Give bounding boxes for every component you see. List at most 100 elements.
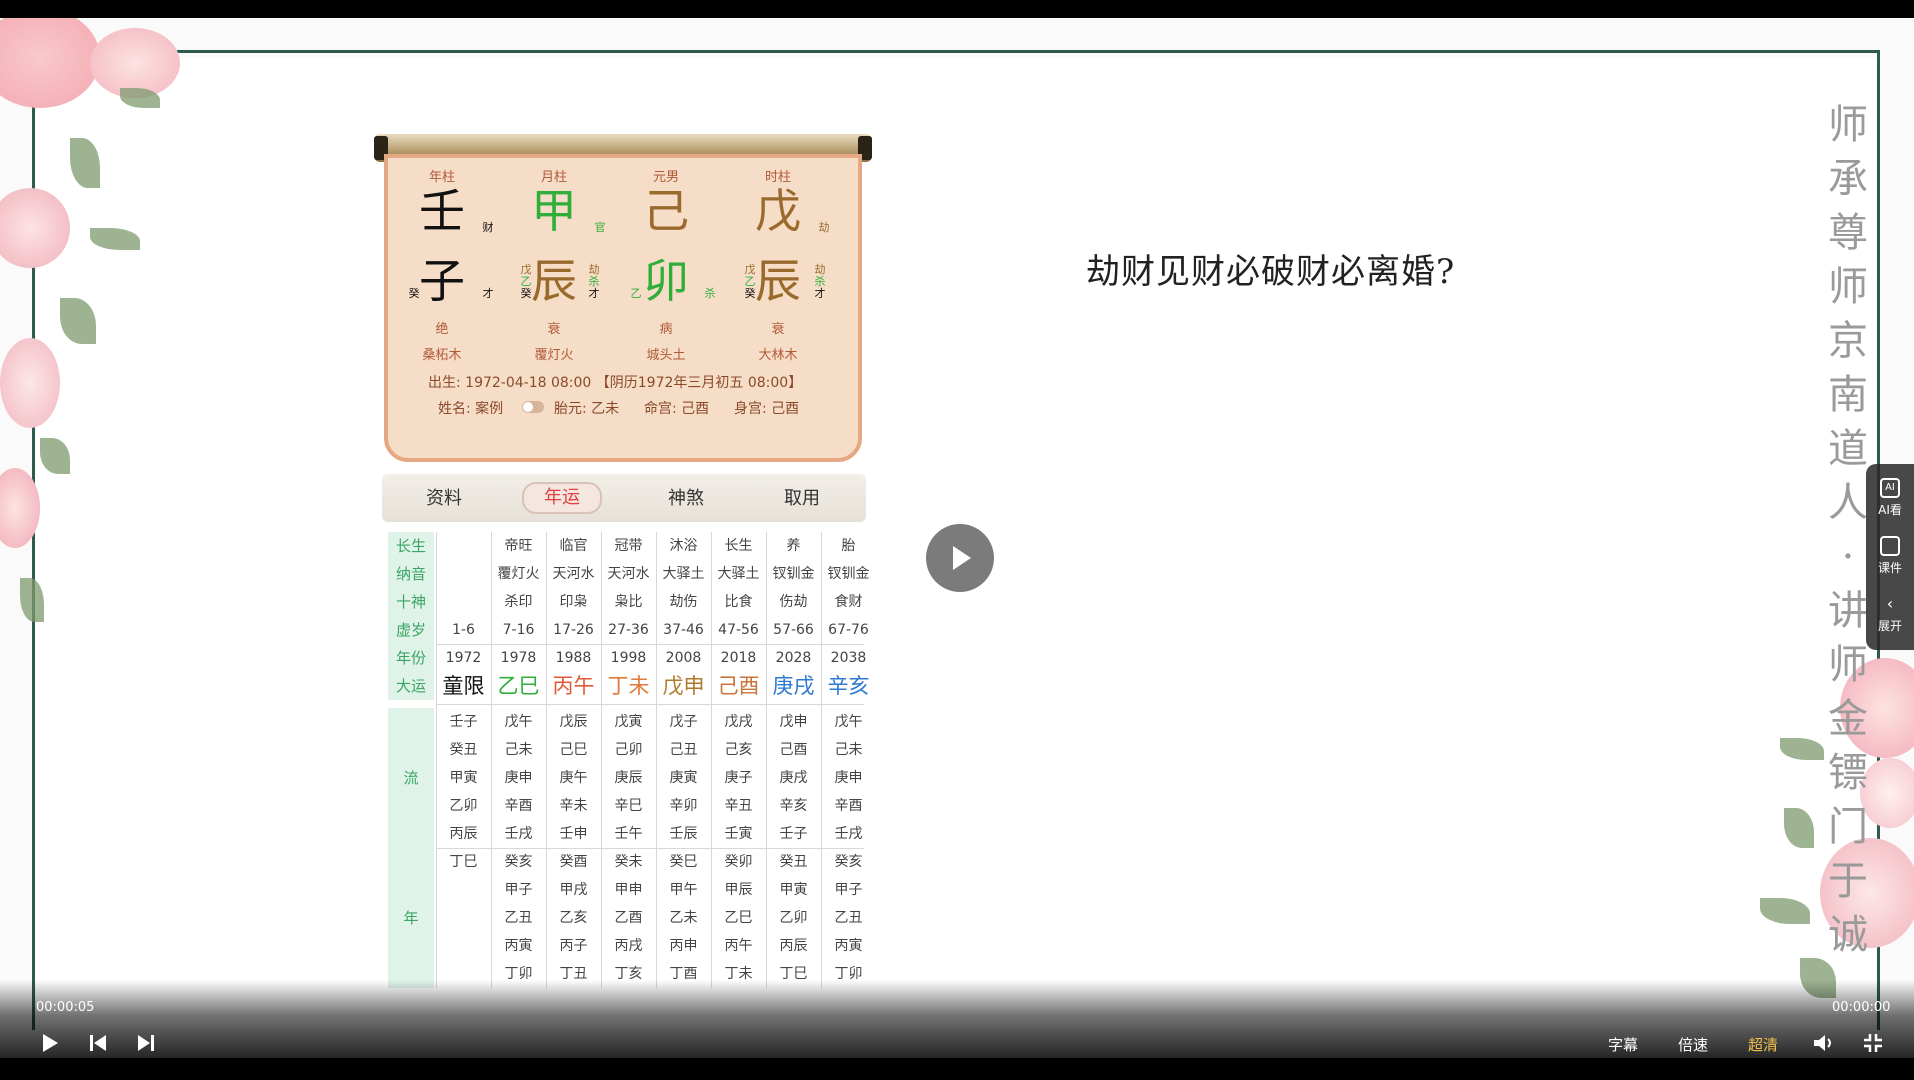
tab-usage[interactable]: 取用 <box>762 484 842 510</box>
liunian-cell: 庚辰 <box>614 770 643 786</box>
liunian-row: 丙寅 丙子 丙戌 丙申 丙午 丙辰 丙寅 <box>388 932 864 960</box>
nayin-cell: 大驿土 <box>717 566 760 582</box>
nianfen-cell: 1972 <box>445 650 482 666</box>
nayin-row: 纳音 覆灯火 天河水 天河水 大驿土 大驿土 钗钏金 钗钏金 <box>388 560 870 588</box>
liunian-cell: 丙戌 <box>614 938 643 954</box>
liunian-cell: 丙寅 <box>504 938 533 954</box>
day-nayin: 城头土 <box>646 348 686 363</box>
liunian-cell: 戊午 <box>834 714 863 730</box>
previous-button[interactable] <box>88 1032 108 1058</box>
nayin-cell: 钗钏金 <box>827 566 870 582</box>
column-divider <box>766 532 767 988</box>
liunian-cell: 己卯 <box>614 742 643 758</box>
play-button[interactable] <box>40 1032 60 1058</box>
liunian-cell: 戊戌 <box>724 714 753 730</box>
shishen-cell: 伤劫 <box>779 594 808 610</box>
liunian-row: 癸丑 己未 己巳 己卯 己丑 己亥 己酉 己未 <box>388 736 864 764</box>
nianfen-cell: 1978 <box>500 650 537 666</box>
hour-stem-god: 劫 <box>818 221 830 234</box>
nianfen-cell: 2038 <box>830 650 867 666</box>
quality-button[interactable]: 超清 <box>1748 1034 1778 1055</box>
dayun-label: 大运 <box>388 672 434 700</box>
liunian-cell: 乙卯 <box>779 910 808 926</box>
liunian-cell: 壬午 <box>614 826 643 842</box>
day-stem: 己 <box>643 184 689 238</box>
shengong: 身宫: 己酉 <box>734 401 800 417</box>
liunian-row: 甲子 甲戌 甲申 甲午 甲辰 甲寅 甲子 <box>388 876 864 904</box>
changsheng-label: 长生 <box>388 532 434 560</box>
liunian-cell: 庚午 <box>559 770 588 786</box>
liunian-cell: 辛卯 <box>669 798 698 814</box>
tab-info[interactable]: 资料 <box>404 484 484 510</box>
liunian-cell: 乙丑 <box>504 910 533 926</box>
volume-button[interactable] <box>1812 1032 1836 1058</box>
liunian-row: 乙卯 辛酉 辛未 辛巳 辛卯 辛丑 辛亥 辛酉 <box>388 792 864 820</box>
liunian-row: 乙丑 乙亥 乙酉 乙未 乙巳 乙卯 乙丑 <box>388 904 864 932</box>
shishen-label: 十神 <box>388 588 434 616</box>
column-divider <box>821 532 822 988</box>
liunian-cell: 丙辰 <box>779 938 808 954</box>
liunian-row: 丁巳 癸亥 癸酉 癸未 癸巳 癸卯 癸丑 癸亥 <box>388 848 864 876</box>
hour-stem: 戊 <box>755 184 801 238</box>
play-icon <box>43 1034 58 1052</box>
tab-yearly-luck[interactable]: 年运 <box>522 482 602 514</box>
liunian-row: 甲寅 庚申 庚午 庚辰 庚寅 庚子 庚戌 庚申 <box>388 764 864 792</box>
pillar-header-day: 元男 <box>652 170 679 185</box>
shishen-cell: 杀印 <box>504 594 533 610</box>
nianfen-cell: 2028 <box>775 650 812 666</box>
dayun-cell: 辛亥 <box>827 674 870 698</box>
liunian-cell: 乙卯 <box>449 798 478 814</box>
liunian-cell: 壬子 <box>779 826 808 842</box>
exit-fullscreen-icon <box>1864 1034 1882 1052</box>
liunian-cell: 甲辰 <box>724 882 753 898</box>
liunian-cell: 辛未 <box>559 798 588 814</box>
shishen-cell: 印枭 <box>559 594 588 610</box>
liunian-cell: 壬申 <box>559 826 588 842</box>
shishen-cell <box>436 588 491 616</box>
side-panel: AI AI看 课件 ‹ 展开 <box>1866 464 1914 650</box>
hour-branch: 辰 <box>755 254 801 308</box>
total-time: 00:00:00 <box>1832 1000 1891 1015</box>
next-button[interactable] <box>136 1032 156 1058</box>
speed-button[interactable]: 倍速 <box>1678 1034 1708 1055</box>
liunian-cell: 癸巳 <box>669 854 698 870</box>
month-life-stage: 衰 <box>547 322 561 337</box>
liunian-cell: 癸丑 <box>779 854 808 870</box>
courseware-label: 课件 <box>1877 561 1902 575</box>
exit-fullscreen-button[interactable] <box>1862 1032 1884 1058</box>
play-overlay-button[interactable] <box>926 524 994 592</box>
slide-side-title: 师承尊师京南道人 · 讲师金镖门于诚 <box>1828 102 1868 958</box>
column-divider <box>491 532 492 988</box>
liunian-cell: 丙申 <box>669 938 698 954</box>
liunian-row: 壬子 戊午 戊辰 戊寅 戊子 戊戌 戊申 戊午 <box>388 708 864 736</box>
liunian-cell: 乙未 <box>669 910 698 926</box>
courseware-button[interactable]: 课件 <box>1866 536 1914 576</box>
liunian-cell: 乙酉 <box>614 910 643 926</box>
liunian-cell: 甲戌 <box>559 882 588 898</box>
dayun-row: 大运 童限 乙巳 丙午 丁未 戊申 己酉 庚戌 辛亥 <box>388 672 870 700</box>
taiyuan: 胎元: 乙未 <box>554 401 620 417</box>
liunian-cell: 甲子 <box>504 882 533 898</box>
name-toggle[interactable] <box>522 401 544 413</box>
subtitles-button[interactable]: 字幕 <box>1608 1034 1638 1055</box>
nianfen-cell: 1998 <box>610 650 647 666</box>
xusui-row: 虚岁 1-6 7-16 17-26 27-36 37-46 47-56 57-66 67-76 <box>388 616 869 644</box>
ai-icon: AI <box>1880 478 1900 498</box>
nian-label: 年 <box>388 848 434 988</box>
bazi-chart-scroll: 年柱 月柱 元男 时柱 壬 甲 己 戊 财 官 劫 子 辰 卯 辰 癸 才 戊 … <box>374 134 872 464</box>
ai-view-button[interactable]: AI AI看 <box>1866 478 1914 518</box>
expand-button[interactable]: ‹ 展开 <box>1866 594 1914 634</box>
liunian-cell: 戊申 <box>779 714 808 730</box>
month-nayin: 覆灯火 <box>534 348 574 363</box>
skip-back-icon <box>90 1035 106 1051</box>
column-divider <box>601 532 602 988</box>
changsheng-row: 长生 帝旺 临官 冠带 沐浴 长生 养 胎 <box>388 532 864 560</box>
hour-life-stage: 衰 <box>771 322 785 337</box>
nianfen-cell: 2008 <box>665 650 702 666</box>
name-label: 姓名: 案例 <box>438 401 504 417</box>
shishen-row: 十神 杀印 印枭 枭比 劫伤 比食 伤劫 食财 <box>388 588 864 616</box>
liunian-cell: 甲申 <box>614 882 643 898</box>
liunian-cell: 甲寅 <box>779 882 808 898</box>
tab-stars[interactable]: 神煞 <box>646 484 726 510</box>
dayun-cell: 己酉 <box>717 674 760 698</box>
